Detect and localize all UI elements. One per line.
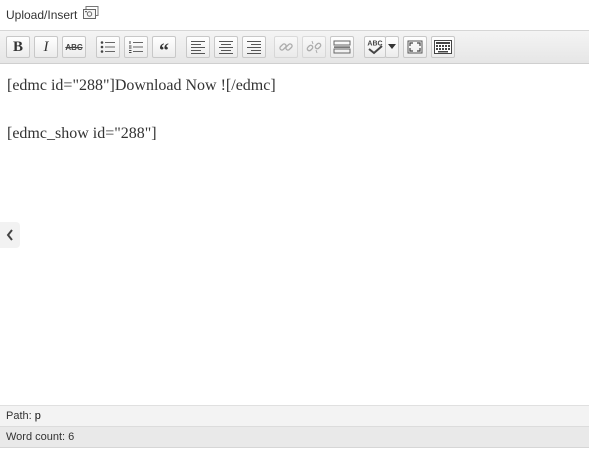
upload-insert-label: Upload/Insert [6,8,78,22]
fullscreen-button[interactable] [403,36,427,58]
numbered-list-button[interactable] [124,36,148,58]
path-element-p[interactable]: p [35,410,41,422]
insert-more-tag-button[interactable] [330,36,354,58]
editor-toolbar: B I ABC “ ABC [0,30,589,64]
word-count-label: Word count: [6,431,66,443]
content-paragraph-2[interactable]: [edmc_show id="288"] [7,125,157,143]
bold-icon: B [12,38,23,55]
align-center-button[interactable] [214,36,238,58]
content-paragraph-1[interactable]: [edmc id="288"]Download Now ![/edmc] [7,77,276,95]
align-left-button[interactable] [186,36,210,58]
path-label: Path: [6,410,32,422]
blockquote-icon: “ [159,39,169,62]
link-icon [279,43,293,51]
align-right-button[interactable] [242,36,266,58]
word-count-value: 6 [68,431,75,443]
more-tag-icon [333,40,351,54]
bullet-list-icon [100,41,115,53]
fullscreen-icon [407,40,423,54]
keyboard-icon [434,40,452,54]
unlink-icon [306,40,322,54]
insert-link-button[interactable] [274,36,298,58]
add-media-icon[interactable] [83,6,99,20]
chevron-left-icon [6,229,13,241]
align-left-icon [191,41,205,54]
collapse-sidebar-button[interactable] [0,222,20,248]
strikethrough-icon: ABC [65,42,83,52]
align-right-icon [247,41,261,54]
bullet-list-button[interactable] [96,36,120,58]
word-count-bar: Word count: 6 [0,426,589,448]
remove-link-button[interactable] [302,36,326,58]
upload-insert-row: Upload/Insert [0,0,589,30]
editor-content-area[interactable]: [edmc id="288"]Download Now ![/edmc] [ed… [0,64,589,405]
numbered-list-icon [129,41,143,53]
spellcheck-button[interactable]: ABC [364,36,386,58]
chevron-down-icon [388,44,396,49]
spellcheck-icon: ABC [367,41,383,55]
kitchen-sink-button[interactable] [431,36,455,58]
bold-button[interactable]: B [6,36,30,58]
strikethrough-button[interactable]: ABC [62,36,86,58]
path-bar: Path: p [0,405,589,426]
align-center-icon [219,41,233,54]
blockquote-button[interactable]: “ [152,36,176,62]
italic-icon: I [43,38,49,55]
spellcheck-dropdown-button[interactable] [385,36,399,58]
italic-button[interactable]: I [34,36,58,58]
